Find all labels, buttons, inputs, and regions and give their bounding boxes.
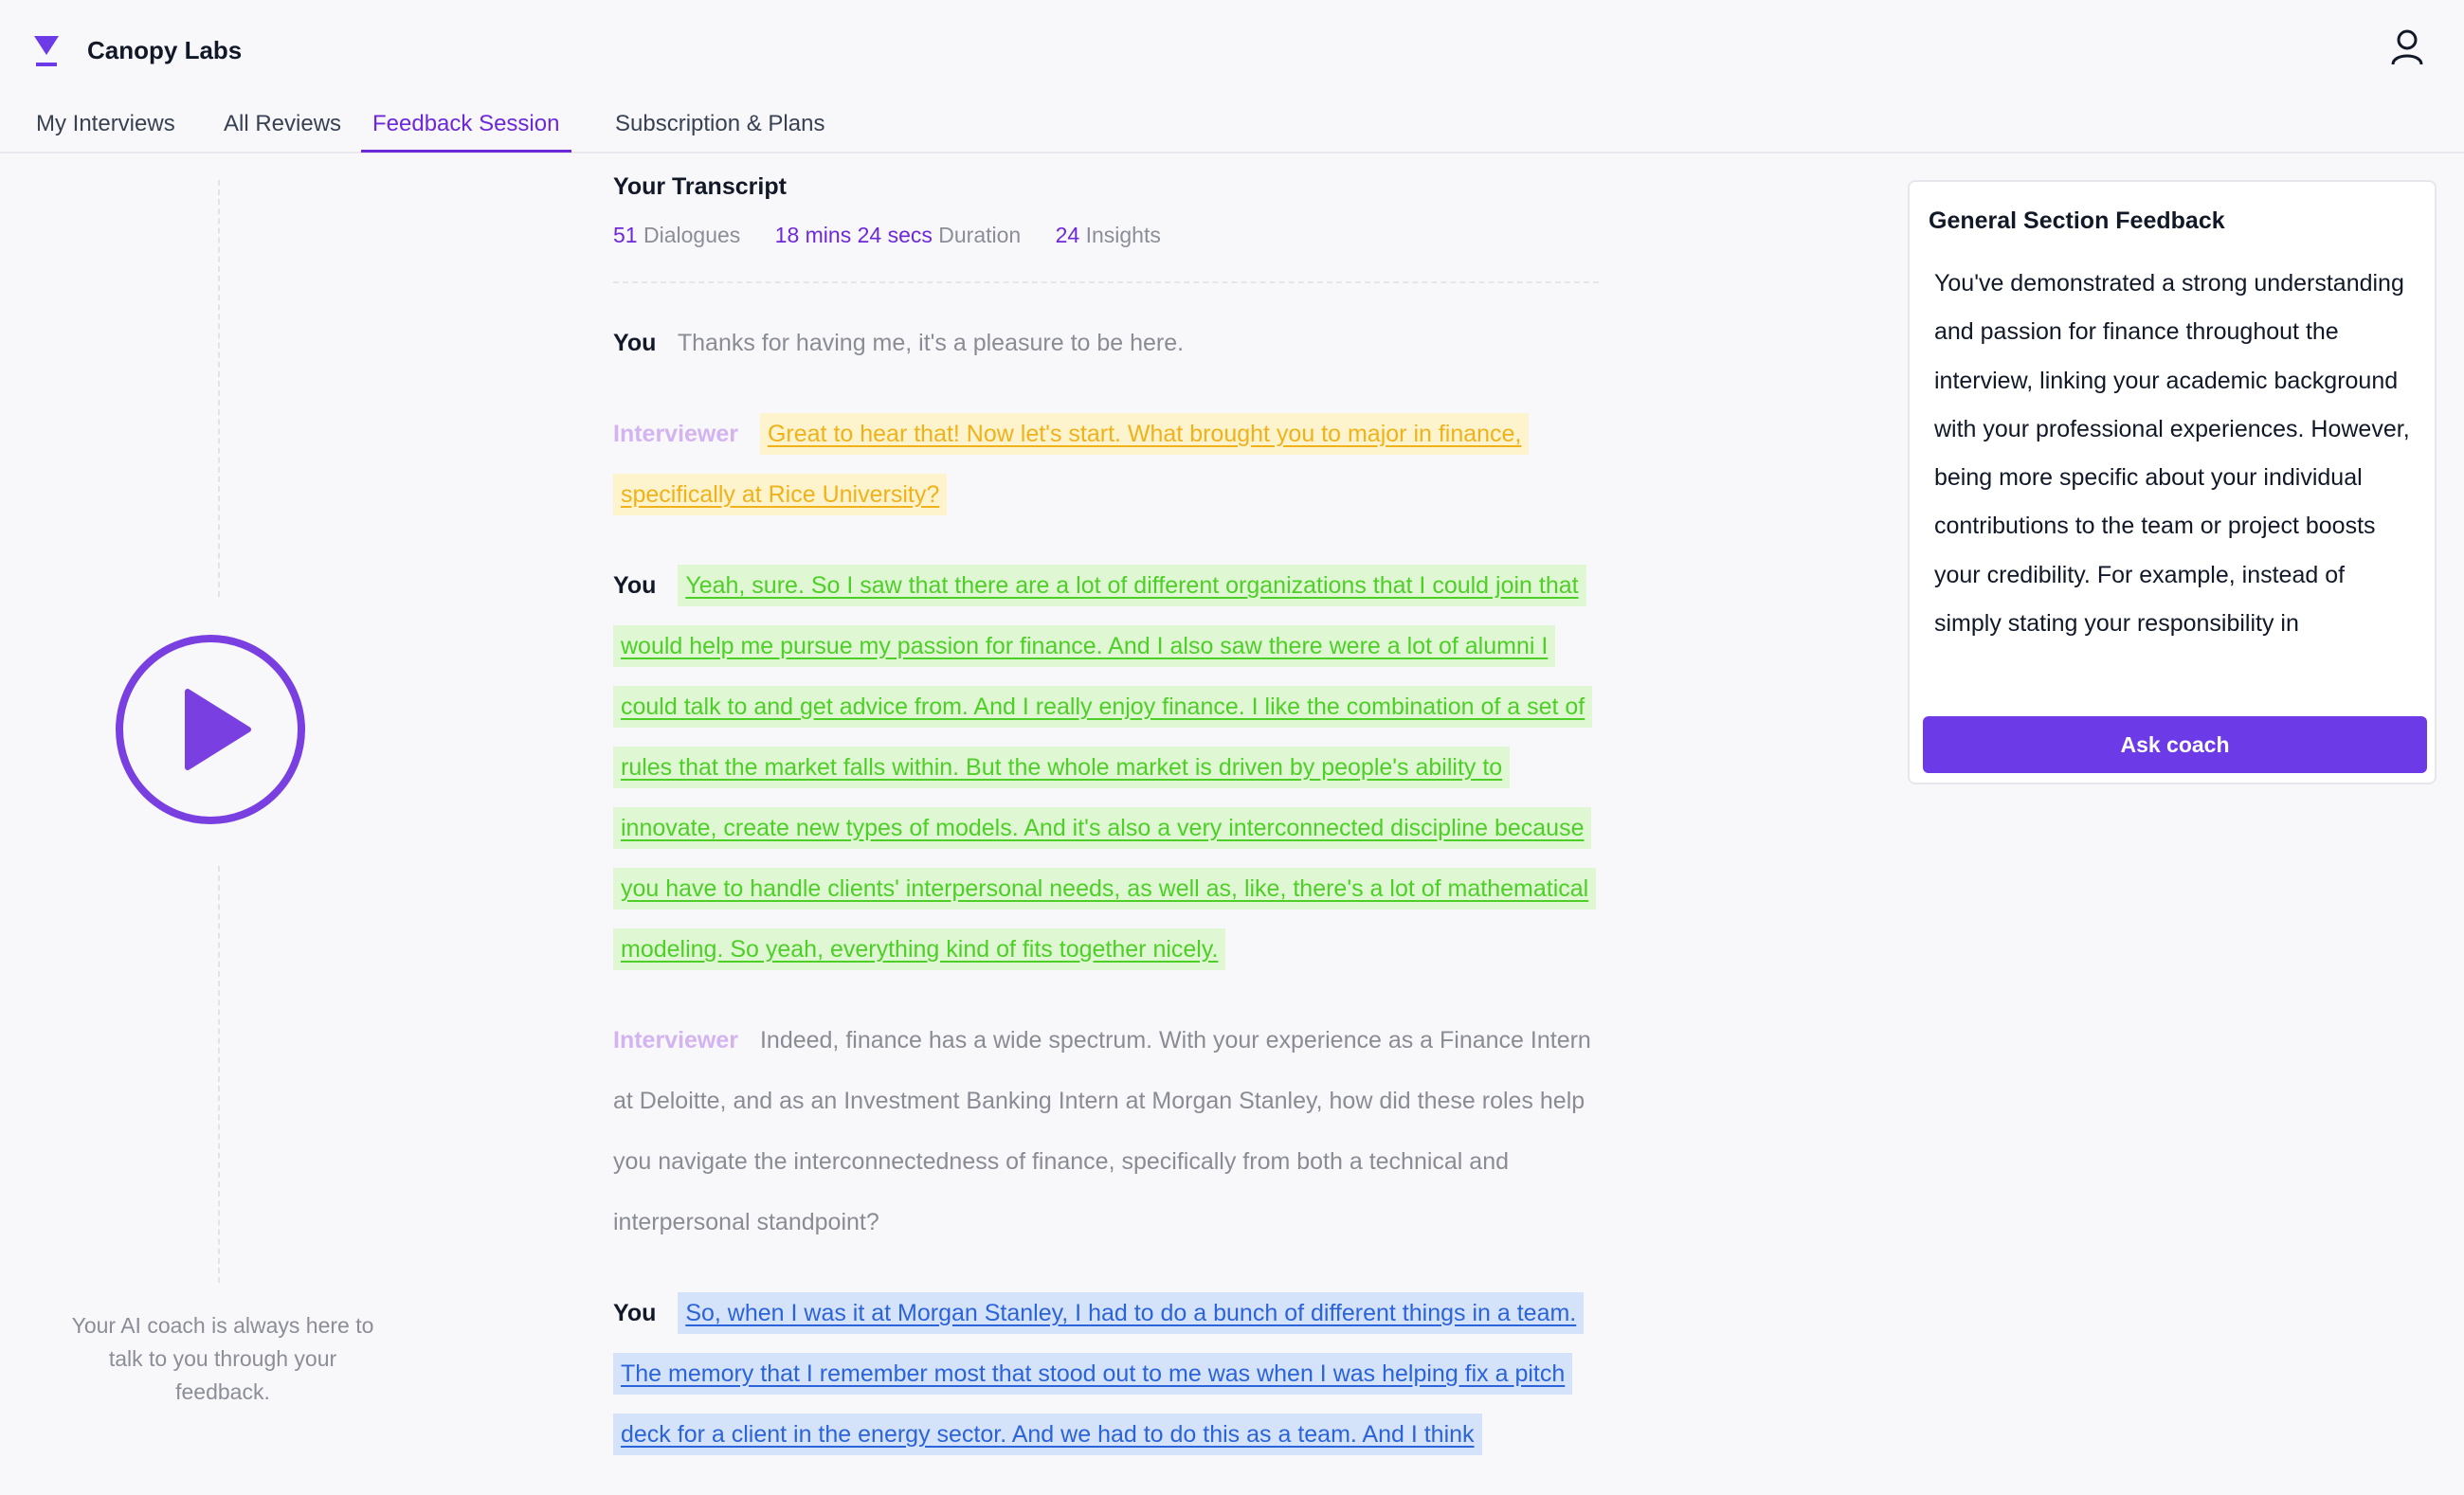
brand-name[interactable]: Canopy Labs — [87, 34, 242, 66]
stat-duration: 18 mins 24 secs Duration — [774, 223, 1022, 247]
speaker-label: You — [613, 572, 657, 599]
stat-dialogues: 51 Dialogues — [613, 223, 741, 247]
transcript-stats: 51 Dialogues 18 mins 24 secs Duration 24… — [613, 220, 1189, 250]
speaker-label: Interviewer — [613, 1027, 739, 1054]
coach-note: Your AI coach is always here to talk to … — [71, 1313, 374, 1404]
ask-coach-button[interactable]: Ask coach — [1923, 716, 2427, 773]
stat-insights: 24 Insights — [1055, 223, 1161, 247]
canopy-logo-icon[interactable] — [32, 34, 61, 68]
tab-my-interviews[interactable]: My Interviews — [36, 106, 175, 150]
tab-feedback-session[interactable]: Feedback Session — [361, 106, 572, 153]
top-header: Canopy Labs My Interviews All Reviews Fe… — [0, 0, 2464, 153]
speaker-label: You — [613, 1300, 657, 1326]
general-feedback-card: General Section Feedback You've demonstr… — [1908, 180, 2437, 784]
transcript-divider — [613, 281, 1599, 283]
dialogue-item: Interviewer Great to hear that! Now let'… — [613, 404, 1599, 525]
dialogue-item: You So, when I was it at Morgan Stanley,… — [613, 1283, 1599, 1465]
transcript-title: Your Transcript — [613, 173, 787, 200]
dialogue-text: Indeed, finance has a wide spectrum. Wit… — [613, 1027, 1591, 1235]
dialogue-item: Interviewer Indeed, finance has a wide s… — [613, 1010, 1599, 1252]
speaker-label: You — [613, 330, 657, 356]
highlighted-dialogue-text[interactable]: Great to hear that! Now let's start. Wha… — [613, 413, 1530, 515]
dialogue-list: You Thanks for having me, it's a pleasur… — [613, 313, 1599, 1495]
dialogue-item: You Thanks for having me, it's a pleasur… — [613, 313, 1599, 373]
speaker-label: Interviewer — [613, 421, 739, 447]
highlighted-dialogue-text[interactable]: So, when I was it at Morgan Stanley, I h… — [613, 1292, 1585, 1455]
timeline-line-top — [218, 180, 220, 597]
dialogue-item: You Yeah, sure. So I saw that there are … — [613, 555, 1599, 980]
tab-all-reviews[interactable]: All Reviews — [224, 106, 341, 150]
timeline-line-bottom — [218, 866, 220, 1283]
play-icon[interactable] — [114, 633, 307, 826]
dialogue-text: Thanks for having me, it's a pleasure to… — [677, 330, 1185, 356]
card-title: General Section Feedback — [1929, 207, 2225, 234]
user-profile-icon[interactable] — [2390, 28, 2424, 66]
tab-subscription-plans[interactable]: Subscription & Plans — [615, 106, 824, 150]
highlighted-dialogue-text[interactable]: Yeah, sure. So I saw that there are a lo… — [613, 565, 1597, 970]
feedback-body: You've demonstrated a strong understandi… — [1934, 270, 2410, 638]
